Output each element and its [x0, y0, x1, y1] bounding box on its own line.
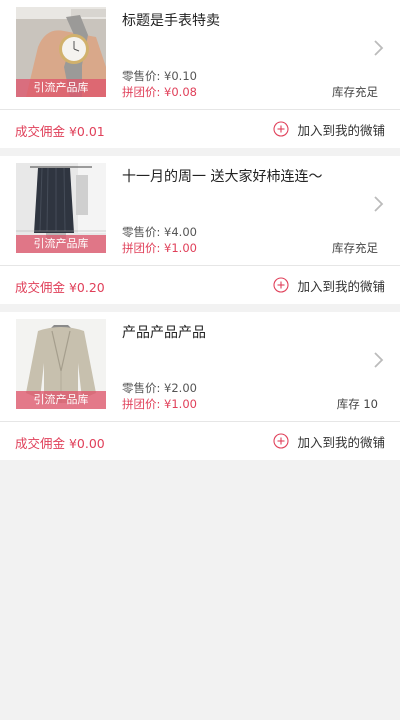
- product-card: 引流产品库 十一月的周一 送大家好柿连连～ 零售价: ¥4.00 拼团价: ¥1…: [0, 156, 400, 304]
- retail-price: 零售价: ¥4.00: [122, 225, 197, 239]
- commission-amount: 成交佣金 ¥0.01: [15, 124, 105, 139]
- add-to-shop-button[interactable]: 加入到我的微铺: [273, 274, 385, 296]
- retail-price: 零售价: ¥0.10: [122, 69, 197, 83]
- group-price: 拼团价: ¥1.00: [122, 241, 197, 255]
- chevron-right-icon[interactable]: [371, 350, 385, 370]
- add-to-shop-button[interactable]: 加入到我的微铺: [273, 430, 385, 452]
- product-thumbnail[interactable]: 引流产品库: [16, 7, 106, 97]
- product-thumbnail[interactable]: 引流产品库: [16, 319, 106, 409]
- thumbnail-badge: 引流产品库: [16, 391, 106, 409]
- plus-circle-icon: [273, 277, 290, 293]
- product-title: 产品产品产品: [122, 325, 206, 341]
- product-card-footer: 成交佣金 ¥0.00 加入到我的微铺: [0, 422, 400, 460]
- thumbnail-badge: 引流产品库: [16, 235, 106, 253]
- add-to-shop-label: 加入到我的微铺: [297, 122, 385, 138]
- stock-status: 库存 10: [336, 397, 378, 411]
- product-card-footer: 成交佣金 ¥0.20 加入到我的微铺: [0, 266, 400, 304]
- product-card-main[interactable]: 引流产品库 标题是手表特卖 零售价: ¥0.10 拼团价: ¥0.08 库存充足: [0, 0, 400, 110]
- product-card-footer: 成交佣金 ¥0.01 加入到我的微铺: [0, 110, 400, 148]
- product-card-main[interactable]: 引流产品库 产品产品产品 零售价: ¥2.00 拼团价: ¥1.00 库存 10: [0, 312, 400, 422]
- product-title: 标题是手表特卖: [122, 13, 220, 29]
- product-card: 引流产品库 产品产品产品 零售价: ¥2.00 拼团价: ¥1.00 库存 10…: [0, 312, 400, 460]
- product-card-main[interactable]: 引流产品库 十一月的周一 送大家好柿连连～ 零售价: ¥4.00 拼团价: ¥1…: [0, 156, 400, 266]
- group-price: 拼团价: ¥1.00: [122, 397, 197, 411]
- product-card: 引流产品库 标题是手表特卖 零售价: ¥0.10 拼团价: ¥0.08 库存充足…: [0, 0, 400, 148]
- chevron-right-icon[interactable]: [371, 38, 385, 58]
- add-to-shop-label: 加入到我的微铺: [297, 278, 385, 294]
- commission-amount: 成交佣金 ¥0.20: [15, 280, 105, 295]
- thumbnail-badge: 引流产品库: [16, 79, 106, 97]
- plus-circle-icon: [273, 121, 290, 137]
- stock-status: 库存充足: [332, 85, 378, 99]
- retail-price: 零售价: ¥2.00: [122, 381, 197, 395]
- stock-status: 库存充足: [332, 241, 378, 255]
- add-to-shop-button[interactable]: 加入到我的微铺: [273, 118, 385, 140]
- product-title: 十一月的周一 送大家好柿连连～: [122, 169, 323, 185]
- commission-amount: 成交佣金 ¥0.00: [15, 436, 105, 451]
- plus-circle-icon: [273, 433, 290, 449]
- product-list: 引流产品库 标题是手表特卖 零售价: ¥0.10 拼团价: ¥0.08 库存充足…: [0, 0, 400, 460]
- product-thumbnail[interactable]: 引流产品库: [16, 163, 106, 253]
- group-price: 拼团价: ¥0.08: [122, 85, 197, 99]
- add-to-shop-label: 加入到我的微铺: [297, 434, 385, 450]
- chevron-right-icon[interactable]: [371, 194, 385, 214]
